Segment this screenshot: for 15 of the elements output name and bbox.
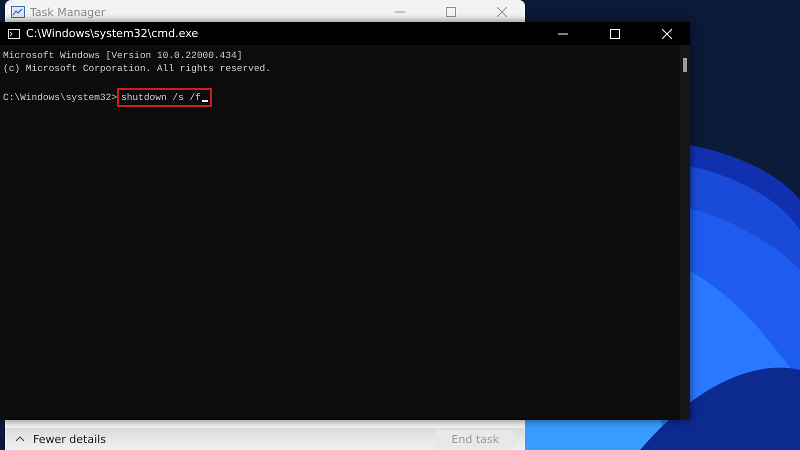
maximize-icon <box>610 28 620 38</box>
command-input[interactable]: shutdown /s /f <box>117 88 212 107</box>
console-line: (c) Microsoft Corporation. All rights reserved. <box>3 62 272 75</box>
chart-icon <box>11 6 25 18</box>
window-title: C:\Windows\system32\cmd.exe <box>26 27 200 40</box>
scrollbar[interactable] <box>680 45 690 420</box>
terminal-icon <box>8 28 20 38</box>
fewer-details-toggle[interactable]: Fewer details <box>15 432 428 446</box>
command-prompt: C:\Windows\system32> <box>3 91 118 104</box>
chevron-up-icon <box>15 436 25 442</box>
console-line: Microsoft Windows [Version 10.0.22000.434] <box>3 49 244 62</box>
close-icon <box>662 28 672 38</box>
window-title: Task Manager <box>30 6 106 18</box>
maximize-icon <box>446 7 456 17</box>
close-icon <box>497 7 507 17</box>
